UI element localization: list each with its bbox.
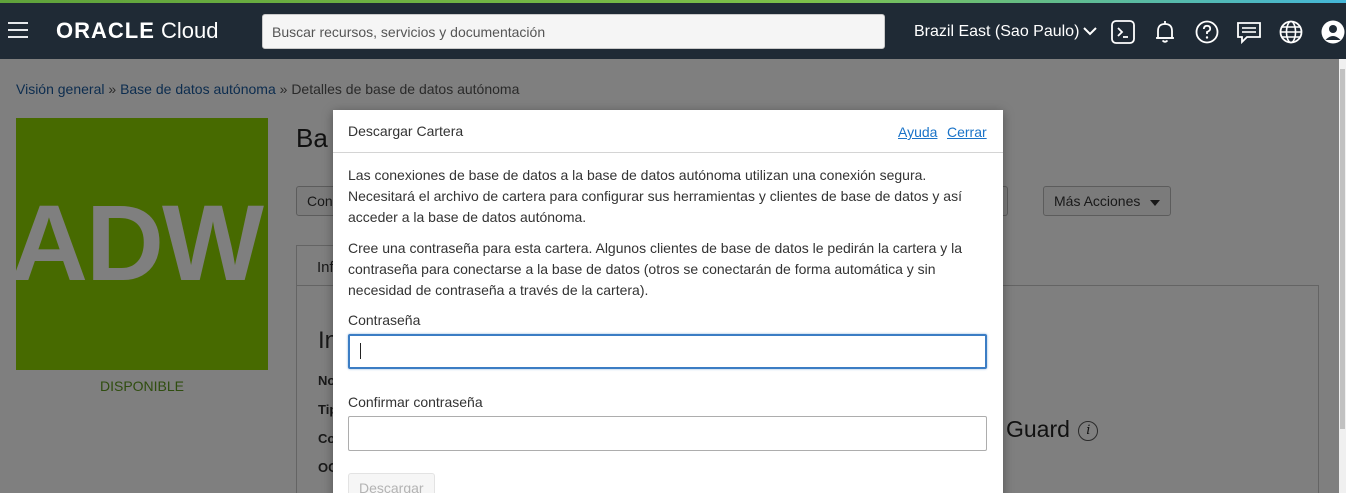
dialog-paragraph-1: Las conexiones de base de datos a la bas…: [348, 167, 962, 225]
password-field[interactable]: [348, 334, 987, 369]
cloud-shell-icon[interactable]: [1110, 19, 1136, 45]
download-button[interactable]: Descargar: [348, 473, 435, 493]
scrollbar-thumb[interactable]: [1340, 69, 1345, 429]
user-icon[interactable]: [1320, 19, 1346, 45]
dialog-header: Descargar Cartera Ayuda Cerrar: [333, 110, 1003, 153]
download-wallet-dialog: Descargar Cartera Ayuda Cerrar Las conex…: [333, 110, 1003, 493]
chat-icon[interactable]: [1236, 19, 1262, 45]
password-label: Contraseña: [348, 312, 421, 328]
help-icon[interactable]: [1194, 19, 1220, 45]
brand-cloud: Cloud: [154, 18, 219, 43]
region-selector[interactable]: Brazil East (Sao Paulo): [914, 22, 1098, 42]
dialog-paragraph-2: Cree una contraseña para esta cartera. A…: [348, 240, 963, 298]
search-input[interactable]: [262, 14, 885, 49]
text-caret: [360, 343, 361, 359]
bell-icon[interactable]: [1152, 19, 1178, 45]
help-link[interactable]: Ayuda: [898, 124, 937, 140]
menu-icon[interactable]: [8, 22, 28, 40]
chevron-down-icon: [1083, 22, 1098, 42]
page-scrollbar[interactable]: [1339, 59, 1346, 493]
top-bar: ORACLE Cloud Brazil East (Sao Paulo): [0, 3, 1346, 59]
confirm-password-label: Confirmar contraseña: [348, 394, 483, 410]
brand-oracle: ORACLE: [56, 18, 155, 43]
region-label: Brazil East (Sao Paulo): [914, 23, 1080, 40]
oracle-cloud-logo[interactable]: ORACLE Cloud: [56, 19, 218, 43]
dialog-description: Las conexiones de base de datos a la bas…: [348, 165, 988, 311]
dialog-title: Descargar Cartera: [348, 123, 464, 139]
close-link[interactable]: Cerrar: [947, 124, 987, 140]
confirm-password-field[interactable]: [348, 416, 987, 451]
globe-icon[interactable]: [1278, 19, 1304, 45]
